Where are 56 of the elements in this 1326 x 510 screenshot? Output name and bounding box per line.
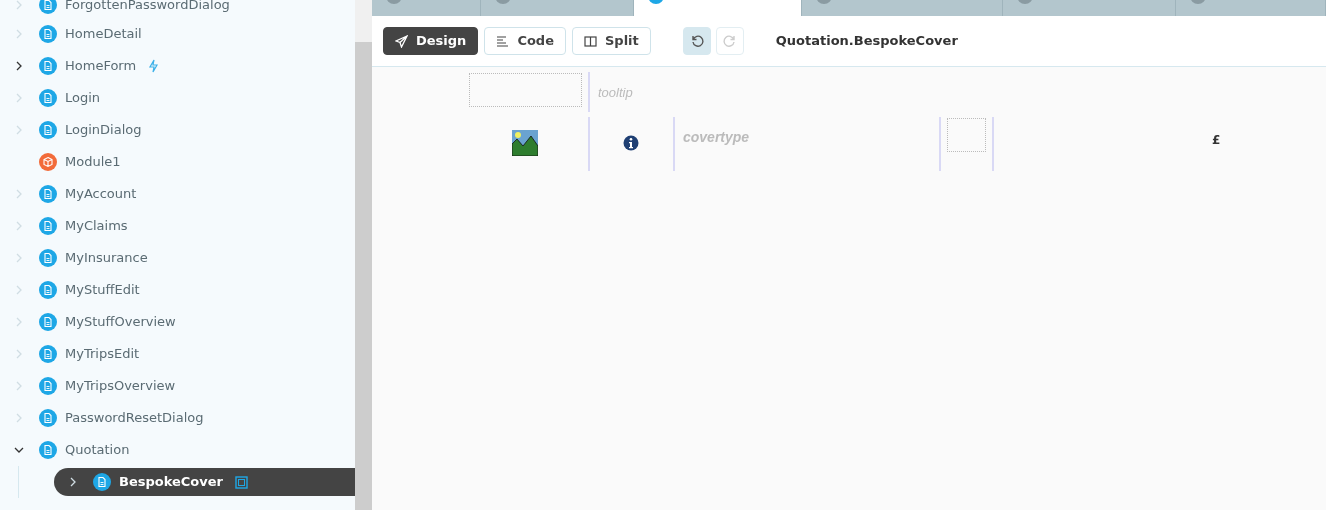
- redo-icon: [722, 34, 737, 48]
- tree-item-label[interactable]: MyAccount: [65, 184, 137, 204]
- file-icon: [39, 217, 57, 235]
- columns-icon: [584, 34, 597, 48]
- file-icon: [39, 249, 57, 267]
- file-icon: [39, 313, 57, 331]
- column-divider: [992, 117, 994, 171]
- tree-item-label[interactable]: HomeForm: [65, 56, 137, 76]
- file-icon: [39, 345, 57, 363]
- column-divider: [673, 117, 675, 171]
- tree-item-label[interactable]: MyTripsOverview: [65, 376, 176, 396]
- placeholder-frame: [947, 118, 986, 152]
- file-icon: [39, 89, 57, 107]
- image-icon: [512, 130, 538, 156]
- text-lines-icon: [496, 34, 510, 48]
- selected-tree-item[interactable]: BespokeCover: [54, 468, 355, 496]
- tree-item-label[interactable]: Quotation: [65, 440, 130, 460]
- column-divider: [588, 117, 590, 171]
- column-divider: [939, 117, 941, 171]
- file-icon: [39, 281, 57, 299]
- module-icon: [39, 153, 57, 171]
- tree-item-label[interactable]: BespokeCover: [119, 472, 223, 492]
- tree-item-label[interactable]: MyStuffOverview: [65, 312, 176, 332]
- currency-symbol: £: [1212, 132, 1221, 149]
- lightning-icon: [148, 59, 159, 73]
- tree-item-label[interactable]: MyClaims: [65, 216, 128, 236]
- mode-button[interactable]: Design: [383, 27, 479, 55]
- tree-item-label[interactable]: PasswordResetDialog: [65, 408, 204, 428]
- tree-item-label[interactable]: ForgottenPasswordDialog: [65, 0, 230, 15]
- file-icon: [39, 377, 57, 395]
- mode-button[interactable]: Split: [572, 27, 651, 55]
- frame-icon: [235, 475, 248, 489]
- file-icon: [39, 121, 57, 139]
- file-icon: [39, 185, 57, 203]
- tree-item-label[interactable]: Module1: [65, 152, 121, 172]
- info-icon: [623, 135, 639, 151]
- tree-item-label[interactable]: HomeDetail: [65, 24, 142, 44]
- send-icon: [395, 34, 408, 48]
- tree-item-label[interactable]: MyInsurance: [65, 248, 148, 268]
- tree-item-label[interactable]: Login: [65, 88, 101, 108]
- undo-icon: [689, 34, 704, 48]
- covertype-label: covertype: [683, 128, 750, 147]
- file-icon: [93, 473, 111, 491]
- undo-button[interactable]: [682, 27, 711, 55]
- tree-item-label[interactable]: MyTripsEdit: [65, 344, 140, 364]
- file-icon: [39, 25, 57, 43]
- column-divider: [588, 72, 590, 112]
- file-icon: [39, 441, 57, 459]
- document-title: Quotation.BespokeCover: [775, 32, 958, 51]
- mode-button[interactable]: Code: [484, 27, 566, 55]
- tooltip-label: tooltip: [598, 84, 633, 102]
- tree-item-label[interactable]: MyStuffEdit: [65, 280, 140, 300]
- file-icon: [39, 409, 57, 427]
- file-icon: [39, 57, 57, 75]
- tree-item-label[interactable]: LoginDialog: [65, 120, 142, 140]
- tab[interactable]: [634, 0, 802, 16]
